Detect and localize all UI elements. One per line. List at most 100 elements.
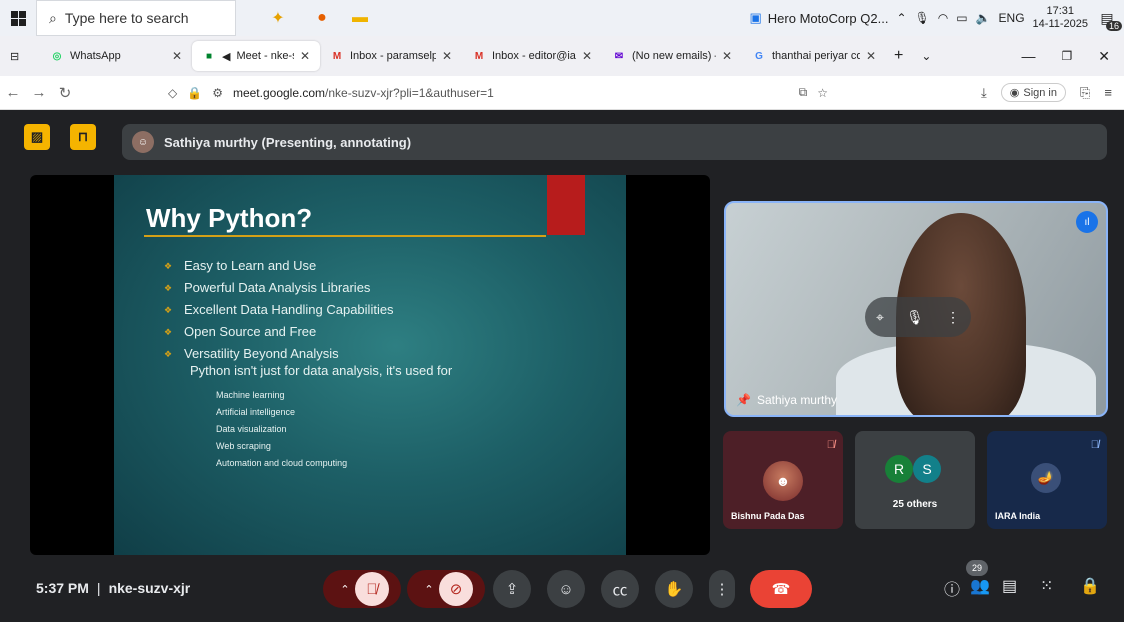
clock[interactable]: 17:31 14-11-2025: [1033, 5, 1088, 31]
people-count-badge: 29: [966, 560, 988, 576]
reload-icon[interactable]: ↻: [52, 84, 78, 102]
close-icon[interactable]: ✕: [866, 49, 876, 63]
mic-off-icon: 🎙̸: [826, 439, 835, 451]
more-options-icon[interactable]: ⋮: [946, 309, 960, 326]
windows-logo-icon: [10, 10, 26, 26]
permissions-icon[interactable]: ⚙: [212, 86, 223, 100]
emoji-icon[interactable]: ☺: [547, 570, 585, 608]
mic-options-caret-icon[interactable]: ⌃: [335, 583, 355, 596]
notification-count: 16: [1105, 21, 1122, 31]
audio-playing-icon[interactable]: ◀: [222, 50, 230, 63]
camera-off-button[interactable]: ⊘: [439, 572, 473, 606]
chat-icon[interactable]: ▤: [1002, 576, 1017, 596]
window-close-icon[interactable]: ✕: [1098, 48, 1110, 65]
file-explorer-icon[interactable]: ▬: [344, 0, 376, 36]
speaker-icon[interactable]: 🔈: [976, 11, 991, 25]
firefox-icon[interactable]: ●: [306, 0, 338, 36]
presenter-label: Sathiya murthy (Presenting, annotating): [164, 134, 412, 150]
bookmark-star-icon[interactable]: ☆: [817, 86, 828, 100]
mic-off-button[interactable]: 🎙̸: [355, 572, 389, 606]
search-icon: ⌕: [49, 9, 57, 26]
microphone-icon[interactable]: 🎙: [906, 309, 924, 326]
extensions-icon[interactable]: ⎘: [1080, 85, 1090, 101]
more-options-icon[interactable]: ⋮: [709, 570, 735, 608]
language-indicator[interactable]: ENG: [999, 11, 1025, 25]
slide-bullet: Excellent Data Handling Capabilities: [164, 299, 394, 321]
meeting-details-icon[interactable]: ⓘ: [944, 576, 960, 600]
menu-icon[interactable]: ≡: [1104, 85, 1112, 100]
gmail-icon: M: [474, 50, 484, 62]
battery-icon[interactable]: ▭: [956, 11, 967, 25]
captions-icon[interactable]: ㏄: [601, 570, 639, 608]
people-icon[interactable]: 👥: [970, 576, 990, 596]
gmail-icon: M: [332, 50, 342, 62]
url-field[interactable]: ◇ 🔒 ⚙ meet.google.com/nke-suzv-xjr?pli=1…: [168, 85, 828, 100]
account-icon: ◉: [1009, 87, 1020, 99]
unpin-icon[interactable]: ⌖: [876, 309, 884, 326]
participant-tile[interactable]: 🎙̸ 🪔 IARA India: [987, 431, 1107, 529]
chevron-up-icon[interactable]: ⌃: [896, 11, 906, 25]
camera-control[interactable]: ⌃ ⊘: [407, 570, 485, 608]
tab-label: thanthai periyar coll: [772, 50, 860, 62]
tab-inbox-paramselp[interactable]: M Inbox - paramselp@ ✕: [320, 41, 462, 71]
slide-subitem: Web scraping: [216, 441, 271, 451]
news-widget[interactable]: ▣ Hero MotoCorp Q2...: [750, 10, 889, 26]
self-video-tile[interactable]: ıl ⌖ 🎙 ⋮ 📌 Sathiya murthy: [724, 201, 1108, 417]
participant-tile[interactable]: 🎙̸ ☻ Bishnu Pada Das: [723, 431, 843, 529]
screen-share-icon[interactable]: ⧉: [799, 85, 808, 100]
microphone-icon[interactable]: 🎙: [915, 11, 930, 25]
url-path: /nke-suzv-xjr?pli=1&authuser=1: [325, 85, 494, 100]
sparkle-icon[interactable]: ✦: [262, 0, 294, 36]
download-icon[interactable]: ⤓: [981, 85, 987, 101]
tab-overview-button[interactable]: ⊟: [0, 41, 40, 71]
tab-no-new-emails[interactable]: ✉ (No new emails) – p ✕: [602, 41, 742, 71]
raise-hand-icon[interactable]: ✋: [655, 570, 693, 608]
close-icon[interactable]: ✕: [300, 49, 310, 63]
presenter-bar: ☺ Sathiya murthy (Presenting, annotating…: [122, 124, 1107, 160]
lock-icon: 🔒: [187, 85, 203, 100]
slide-bullet: Powerful Data Analysis Libraries: [164, 277, 394, 299]
clock-time: 17:31: [1046, 5, 1075, 17]
hang-up-icon: ☎: [771, 581, 791, 598]
wifi-icon[interactable]: ◠: [938, 11, 948, 25]
close-icon[interactable]: ✕: [582, 49, 592, 63]
tab-label: (No new emails) – p: [632, 50, 716, 62]
exit-icon[interactable]: ⊓: [70, 124, 96, 150]
participant-tile-others[interactable]: R S 25 others: [855, 431, 975, 529]
hide-video-icon[interactable]: ▨: [24, 124, 50, 150]
avatar-initial: R: [885, 455, 913, 483]
divider: |: [96, 580, 101, 596]
tab-thanthai-periyar[interactable]: G thanthai periyar coll ✕: [742, 41, 886, 71]
present-screen-icon[interactable]: ⇪: [493, 570, 531, 608]
mail-icon: ✉: [614, 50, 624, 62]
host-controls-icon[interactable]: 🔒: [1080, 576, 1100, 596]
tab-whatsapp[interactable]: ◎ WhatsApp ✕: [40, 41, 192, 71]
taskbar-search[interactable]: ⌕ Type here to search: [36, 0, 236, 36]
self-name-label: 📌 Sathiya murthy: [736, 393, 837, 407]
camera-options-caret-icon[interactable]: ⌃: [419, 583, 439, 596]
chevron-down-icon[interactable]: ⌄: [921, 49, 931, 63]
leave-call-button[interactable]: ☎: [750, 570, 812, 608]
close-icon[interactable]: ✕: [442, 49, 452, 63]
sign-in-button[interactable]: ◉ Sign in: [1000, 83, 1066, 102]
tab-meet[interactable]: ■ ◀ Meet - nke-suz ✕: [192, 41, 320, 71]
participant-avatar: ☻: [763, 461, 803, 501]
tab-inbox-editor[interactable]: M Inbox - editor@iara ✕: [462, 41, 602, 71]
notification-button[interactable]: ▤ 16: [1096, 7, 1122, 31]
close-icon[interactable]: ✕: [172, 49, 182, 63]
activities-icon[interactable]: ⁙: [1040, 576, 1053, 596]
back-icon[interactable]: ←: [0, 84, 26, 101]
microphone-control[interactable]: ⌃ 🎙̸: [323, 570, 401, 608]
close-icon[interactable]: ✕: [722, 49, 732, 63]
tab-label: Meet - nke-suz: [236, 50, 293, 62]
new-tab-icon[interactable]: +: [894, 47, 903, 65]
restore-icon[interactable]: ❐: [1062, 49, 1073, 63]
participant-initials: R S: [885, 455, 941, 483]
slide-bullets: Easy to Learn and Use Powerful Data Anal…: [164, 255, 394, 365]
minimize-icon[interactable]: —: [1022, 48, 1036, 64]
meet-area: ▨ ⊓ ☺ Sathiya murthy (Presenting, annota…: [0, 110, 1124, 622]
tab-list-icon: ⊟: [10, 50, 20, 63]
forward-icon[interactable]: →: [26, 84, 52, 101]
others-count: 25 others: [892, 499, 938, 510]
windows-start-button[interactable]: [0, 0, 36, 36]
